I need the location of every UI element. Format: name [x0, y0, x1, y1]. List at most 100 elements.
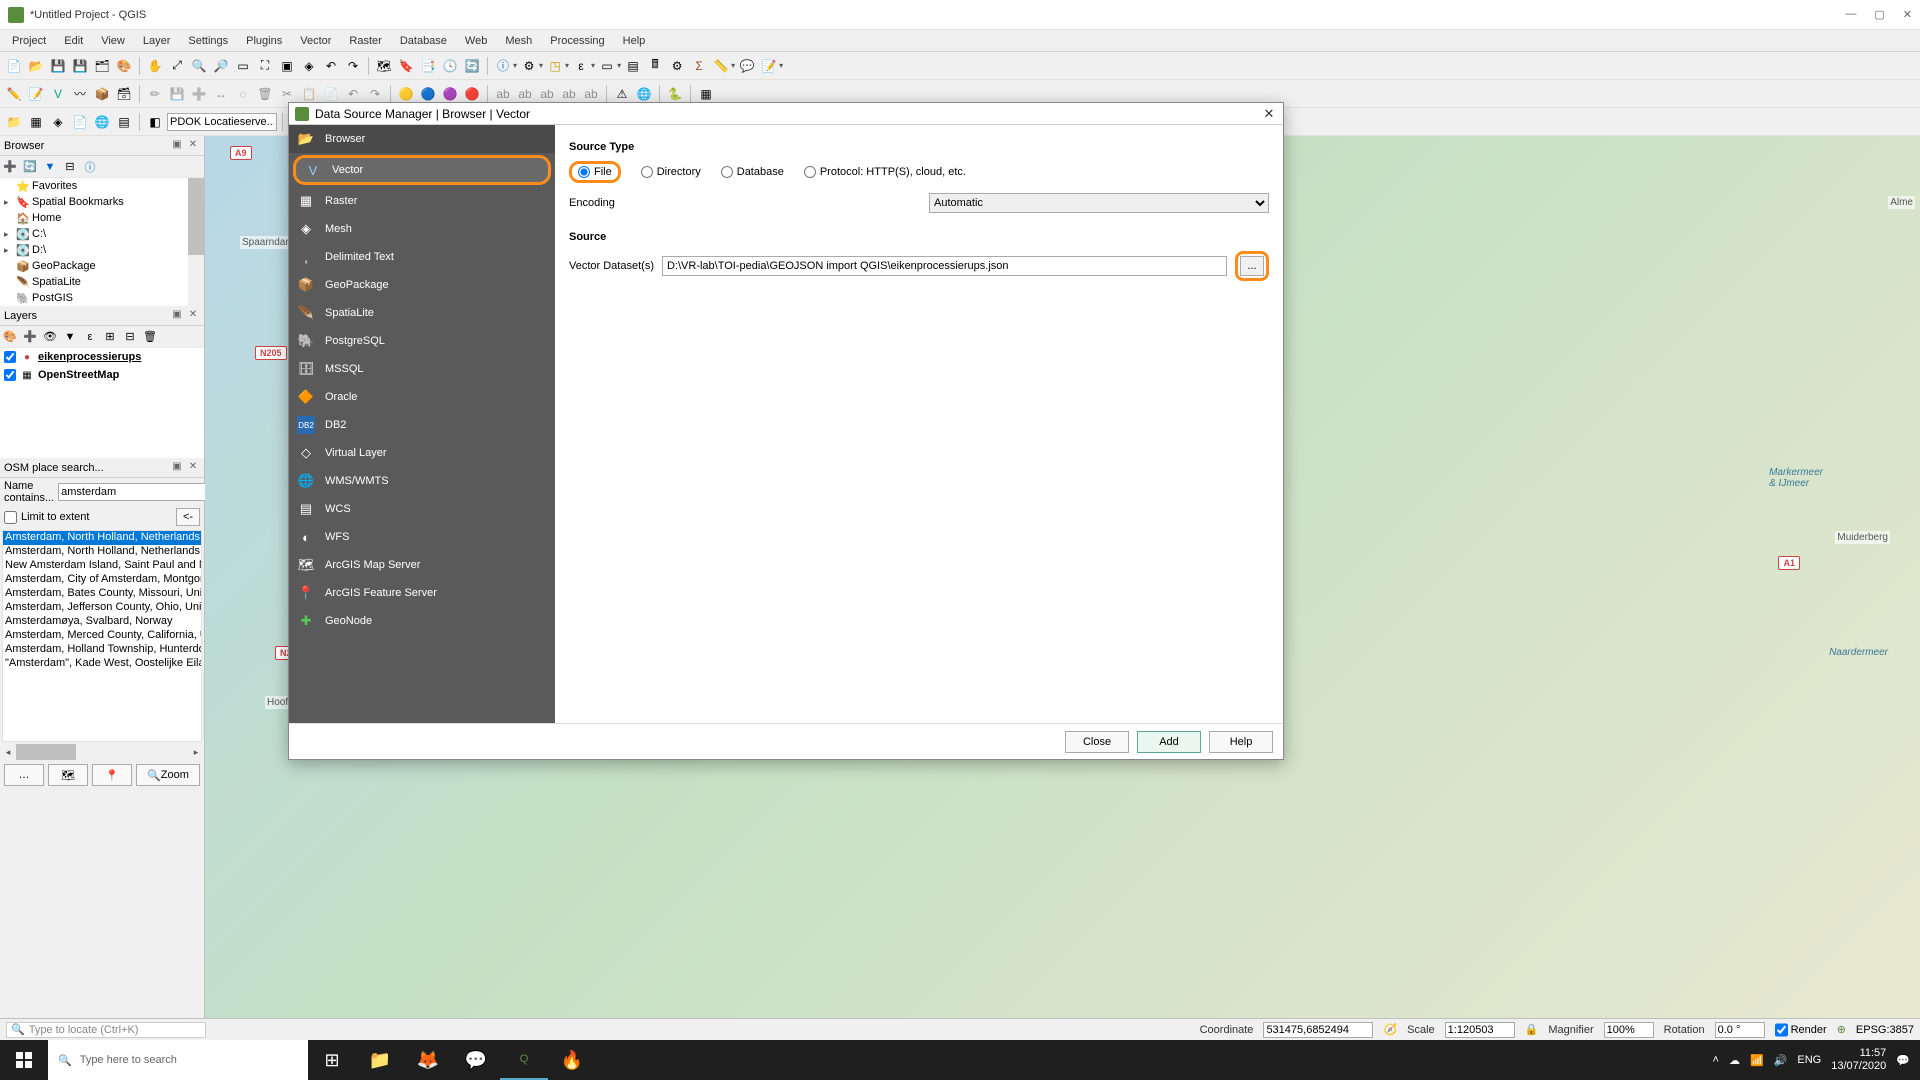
refresh-icon[interactable]: 🔄: [462, 56, 482, 76]
zoom-full-icon[interactable]: ⛶: [255, 56, 275, 76]
layer-expand-icon[interactable]: ⊞: [102, 329, 118, 345]
map-tips-icon[interactable]: 💬: [737, 56, 757, 76]
dsm-radio-database[interactable]: Database: [721, 166, 784, 178]
plugin-icon-1[interactable]: 🟡: [396, 84, 416, 104]
epsg-label[interactable]: EPSG:3857: [1856, 1024, 1914, 1036]
zoom-next-icon[interactable]: ↷: [343, 56, 363, 76]
osm-result-item[interactable]: New Amsterdam Island, Saint Paul and New…: [3, 559, 201, 573]
dsm-add-btn[interactable]: Add: [1137, 731, 1201, 753]
temporal-controller-icon[interactable]: 🕓: [440, 56, 460, 76]
tray-clock[interactable]: 11:57 13/07/2020: [1831, 1047, 1886, 1073]
browser-bookmarks[interactable]: ▸🔖Spatial Bookmarks: [0, 194, 204, 210]
zoom-in-icon[interactable]: 🔍: [189, 56, 209, 76]
select-icon[interactable]: ◳: [545, 56, 565, 76]
layers-tree[interactable]: ● eikenprocessierups ▦ OpenStreetMap: [0, 348, 204, 458]
tray-wifi-icon[interactable]: 📶: [1750, 1054, 1764, 1067]
browser-favorites[interactable]: ⭐Favorites: [0, 178, 204, 194]
select-value-icon[interactable]: ε: [571, 56, 591, 76]
add-wcs-icon[interactable]: ▤: [114, 112, 134, 132]
dsm-tab-wfs[interactable]: ◐WFS: [289, 523, 555, 551]
new-gpkg-icon[interactable]: 📦: [92, 84, 112, 104]
deselect-icon[interactable]: ▭: [597, 56, 617, 76]
plugin-icon-5[interactable]: ▦: [696, 84, 716, 104]
action-icon[interactable]: ⚙: [519, 56, 539, 76]
browser-scrollbar[interactable]: [188, 178, 204, 306]
node-tool-icon[interactable]: ◌: [233, 84, 253, 104]
add-vector-icon[interactable]: 📁: [4, 112, 24, 132]
edits-icon[interactable]: ✏️: [4, 84, 24, 104]
redo-icon[interactable]: ↷: [365, 84, 385, 104]
menu-raster[interactable]: Raster: [341, 33, 389, 49]
pdok-icon[interactable]: ◧: [145, 112, 165, 132]
menu-edit[interactable]: Edit: [56, 33, 91, 49]
dsm-tab-geonode[interactable]: ✚GeoNode: [289, 607, 555, 635]
save-edits-icon[interactable]: 💾: [167, 84, 187, 104]
layer-remove-icon[interactable]: 🗑: [142, 329, 158, 345]
browser-tree[interactable]: ⭐Favorites ▸🔖Spatial Bookmarks 🏠Home ▸💽C…: [0, 178, 204, 306]
osm-btn-1[interactable]: …: [4, 764, 44, 786]
menu-view[interactable]: View: [93, 33, 133, 49]
dsm-tab-vector[interactable]: VVector: [293, 155, 551, 185]
warning-icon[interactable]: ⚠: [612, 84, 632, 104]
toggle-edit-icon[interactable]: 📝: [26, 84, 46, 104]
osm-result-item[interactable]: Amsterdamøya, Svalbard, Norway: [3, 615, 201, 629]
osm-result-item[interactable]: Amsterdam, North Holland, Netherlands, T…: [3, 531, 201, 545]
dsm-encoding-select[interactable]: Automatic: [929, 193, 1269, 213]
scale-input[interactable]: [1445, 1022, 1515, 1038]
osm-result-item[interactable]: Amsterdam, Merced County, California, Un…: [3, 629, 201, 643]
tray-lang[interactable]: ENG: [1797, 1054, 1821, 1066]
panel-close-icon[interactable]: ✕: [186, 461, 200, 475]
dsm-radio-file[interactable]: [578, 166, 590, 178]
menu-processing[interactable]: Processing: [542, 33, 612, 49]
dsm-tab-oracle[interactable]: 🔶Oracle: [289, 383, 555, 411]
menu-web[interactable]: Web: [457, 33, 495, 49]
new-bookmark-icon[interactable]: 🔖: [396, 56, 416, 76]
layer-add-group-icon[interactable]: ➕: [22, 329, 38, 345]
panel-close-icon[interactable]: ✕: [186, 309, 200, 323]
zoom-selection-icon[interactable]: ▣: [277, 56, 297, 76]
rotation-input[interactable]: [1715, 1022, 1765, 1038]
paste-icon[interactable]: 📄: [321, 84, 341, 104]
locator-input[interactable]: 🔍 Type to locate (Ctrl+K): [6, 1022, 206, 1038]
browser-c-drive[interactable]: ▸💽C:\: [0, 226, 204, 242]
coord-input[interactable]: [1263, 1022, 1373, 1038]
dsm-tab-postgres[interactable]: 🐘PostgreSQL: [289, 327, 555, 355]
layer-filter-icon[interactable]: ▼: [62, 329, 78, 345]
pan-icon[interactable]: ✋: [145, 56, 165, 76]
windows-taskbar[interactable]: 🔍 Type here to search ⊞ 📁 🦊 💬 Q 🔥 ˄ ☁ 📶 …: [0, 1040, 1920, 1080]
new-shp-icon[interactable]: 〰: [70, 84, 90, 104]
menu-database[interactable]: Database: [392, 33, 455, 49]
pan-selection-icon[interactable]: ⤢: [167, 56, 187, 76]
python-icon[interactable]: 🐍: [665, 84, 685, 104]
app-icon[interactable]: 🔥: [548, 1040, 596, 1080]
plugin-icon-3[interactable]: 🟣: [440, 84, 460, 104]
layer-checkbox[interactable]: [4, 369, 16, 381]
panel-close-icon[interactable]: ✕: [186, 139, 200, 153]
dsm-tab-wms[interactable]: 🌐WMS/WMTS: [289, 467, 555, 495]
dsm-radio-directory[interactable]: Directory: [641, 166, 701, 178]
browser-geopackage[interactable]: 📦GeoPackage: [0, 258, 204, 274]
tray-notifications-icon[interactable]: 💬: [1896, 1054, 1910, 1067]
label-tool-3[interactable]: ab: [537, 84, 557, 104]
dsm-tab-delimited[interactable]: ,Delimited Text: [289, 243, 555, 271]
new-spatialite-icon[interactable]: 🗃: [114, 84, 134, 104]
zoom-out-icon[interactable]: 🔎: [211, 56, 231, 76]
osm-result-item[interactable]: "Amsterdam", Kade West, Oostelijke Eilan…: [3, 657, 201, 671]
cut-icon[interactable]: ✂: [277, 84, 297, 104]
panel-undock-icon[interactable]: ▣: [170, 461, 184, 475]
layer-visibility-icon[interactable]: 👁: [42, 329, 58, 345]
tray-onedrive-icon[interactable]: ☁: [1729, 1054, 1740, 1067]
add-wms-icon[interactable]: 🌐: [92, 112, 112, 132]
menu-layer[interactable]: Layer: [135, 33, 179, 49]
system-tray[interactable]: ˄ ☁ 📶 🔊 ENG 11:57 13/07/2020 💬: [1703, 1047, 1920, 1073]
delete-icon[interactable]: 🗑: [255, 84, 275, 104]
osm-btn-2[interactable]: 🗺: [48, 764, 88, 786]
dsm-radio-protocol[interactable]: Protocol: HTTP(S), cloud, etc.: [804, 166, 966, 178]
task-view-icon[interactable]: ⊞: [308, 1040, 356, 1080]
pdok-search-input[interactable]: [167, 113, 277, 131]
layer-eikenprocessierups[interactable]: ● eikenprocessierups: [0, 348, 204, 366]
dsm-tab-db2[interactable]: DB2DB2: [289, 411, 555, 439]
field-calc-icon[interactable]: 🖩: [645, 56, 665, 76]
dsm-tab-geopackage[interactable]: 📦GeoPackage: [289, 271, 555, 299]
add-feature-icon[interactable]: ➕: [189, 84, 209, 104]
